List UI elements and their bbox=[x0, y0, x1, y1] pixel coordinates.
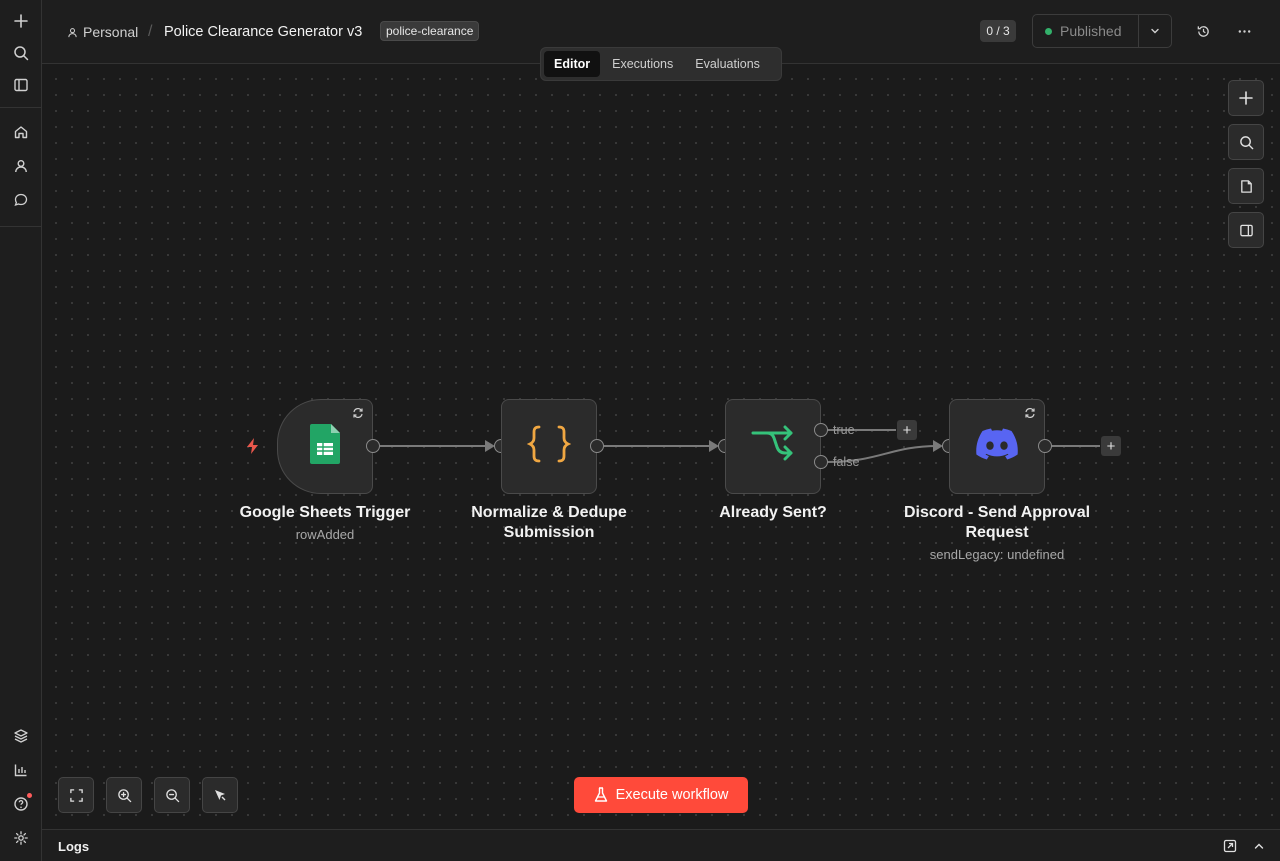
discord-icon bbox=[976, 428, 1018, 465]
insights-chart-icon[interactable] bbox=[8, 757, 34, 783]
code-braces-icon bbox=[526, 424, 572, 469]
node-title: Google Sheets Trigger bbox=[239, 504, 411, 521]
workflow-tag[interactable]: police-clearance bbox=[380, 21, 480, 41]
published-button[interactable]: Published bbox=[1033, 15, 1140, 47]
refresh-icon bbox=[1024, 407, 1036, 422]
zoom-in-button[interactable] bbox=[106, 777, 142, 813]
node-title: Normalize & Dedupe Submission bbox=[449, 503, 649, 543]
workspace-name: Personal bbox=[83, 24, 139, 40]
tab-editor[interactable]: Editor bbox=[544, 51, 601, 77]
branch-icon bbox=[751, 425, 795, 468]
sticky-note-button[interactable] bbox=[1228, 168, 1264, 204]
tidy-up-button[interactable] bbox=[202, 777, 238, 813]
published-label: Published bbox=[1060, 23, 1122, 39]
active-counter: 0 / 3 bbox=[980, 20, 1016, 42]
chevron-up-icon[interactable] bbox=[1252, 839, 1266, 858]
execute-workflow-label: Execute workflow bbox=[615, 787, 729, 803]
toggle-panel-button[interactable] bbox=[1228, 212, 1264, 248]
output-handle[interactable] bbox=[1038, 439, 1052, 453]
left-sidebar bbox=[0, 0, 42, 861]
history-icon[interactable] bbox=[1192, 20, 1214, 42]
node-google-sheets-trigger[interactable] bbox=[277, 399, 373, 494]
output-handle-false[interactable] bbox=[814, 455, 828, 469]
node-title-line-2: Request bbox=[965, 524, 1029, 541]
node-normalize-dedupe[interactable] bbox=[501, 399, 597, 494]
execute-workflow-button[interactable]: Execute workflow bbox=[574, 777, 748, 813]
n8n-workflow-editor: Personal / Police Clearance Generator v3… bbox=[0, 0, 1280, 861]
view-tabs: Editor Executions Evaluations bbox=[540, 47, 782, 81]
user-icon[interactable] bbox=[8, 153, 34, 179]
zoom-out-button[interactable] bbox=[154, 777, 190, 813]
breadcrumb-separator: / bbox=[148, 23, 153, 40]
user-icon bbox=[68, 27, 77, 37]
more-options-icon[interactable] bbox=[1233, 20, 1255, 42]
add-node-button[interactable]: + bbox=[1101, 436, 1121, 456]
logs-panel-bar[interactable]: Logs bbox=[42, 829, 1280, 861]
home-icon[interactable] bbox=[8, 119, 34, 145]
node-title: Already Sent? bbox=[719, 504, 827, 521]
publish-dropdown-chevron-icon[interactable] bbox=[1139, 15, 1171, 47]
help-icon[interactable] bbox=[8, 791, 34, 817]
chat-icon[interactable] bbox=[8, 187, 34, 213]
trigger-bolt-icon bbox=[245, 437, 261, 460]
output-handle[interactable] bbox=[366, 439, 380, 453]
search-icon[interactable] bbox=[8, 40, 34, 66]
node-title-line-2: Submission bbox=[503, 524, 595, 541]
add-node-button[interactable]: + bbox=[897, 420, 917, 440]
workflow-canvas[interactable] bbox=[42, 65, 1280, 829]
settings-gear-icon[interactable] bbox=[8, 825, 34, 851]
publish-control: Published bbox=[1032, 14, 1172, 48]
workflow-title[interactable]: Police Clearance Generator v3 bbox=[164, 22, 362, 42]
status-dot bbox=[1045, 27, 1052, 35]
search-nodes-button[interactable] bbox=[1228, 124, 1264, 160]
add-node-panel-button[interactable] bbox=[1228, 80, 1264, 116]
refresh-icon bbox=[352, 407, 364, 422]
tab-evaluations[interactable]: Evaluations bbox=[685, 51, 770, 77]
logs-title: Logs bbox=[58, 839, 90, 854]
templates-icon[interactable] bbox=[8, 723, 34, 749]
google-sheets-icon bbox=[310, 424, 340, 469]
notification-dot bbox=[27, 793, 32, 798]
node-title-line-1: Discord - Send Approval bbox=[903, 504, 1091, 521]
node-title-line-1: Normalize & Dedupe bbox=[471, 504, 627, 521]
add-icon[interactable] bbox=[8, 8, 34, 34]
flask-icon bbox=[594, 787, 607, 802]
branch-label-false: false bbox=[833, 455, 860, 469]
tab-executions[interactable]: Executions bbox=[602, 51, 683, 77]
node-subtitle: sendLegacy: undefined bbox=[929, 547, 1065, 562]
node-already-sent[interactable] bbox=[725, 399, 821, 494]
toggle-sidebar-icon[interactable] bbox=[8, 72, 34, 98]
branch-label-true: true bbox=[833, 423, 855, 437]
sidebar-divider bbox=[0, 107, 41, 108]
node-title: Discord - Send Approval Request bbox=[887, 503, 1107, 543]
output-handle-true[interactable] bbox=[814, 423, 828, 437]
node-subtitle: rowAdded bbox=[295, 527, 355, 542]
output-handle[interactable] bbox=[590, 439, 604, 453]
sidebar-divider bbox=[0, 226, 41, 227]
fit-view-button[interactable] bbox=[58, 777, 94, 813]
pop-out-icon[interactable] bbox=[1223, 839, 1237, 858]
node-discord-send-approval[interactable] bbox=[949, 399, 1045, 494]
breadcrumb-personal[interactable]: Personal bbox=[67, 22, 138, 42]
